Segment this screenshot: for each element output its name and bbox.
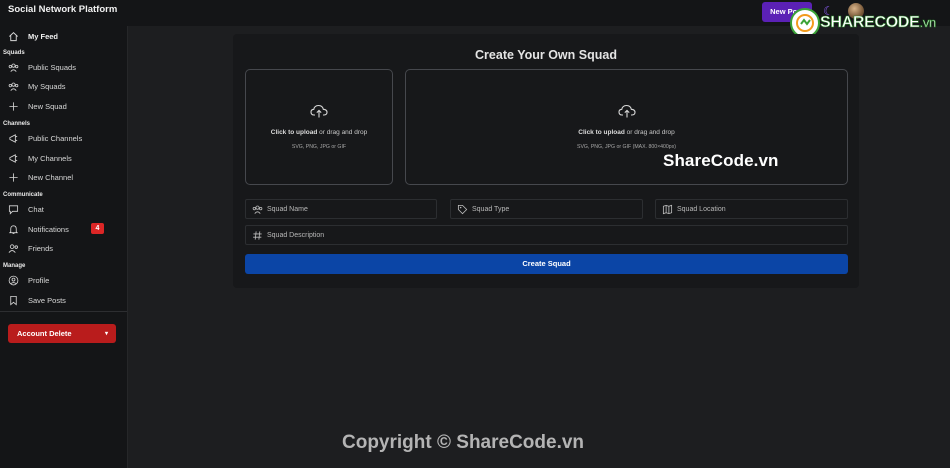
logo-main-text: SHARECODE [820, 14, 920, 32]
squad-description-input[interactable]: Squad Description [245, 225, 848, 245]
sidebar-item-my-channels[interactable]: My Channels [8, 150, 72, 166]
sidebar-item-label: Public Squads [28, 62, 76, 72]
sidebar-divider [0, 311, 127, 312]
sidebar-item-my-feed[interactable]: My Feed [8, 28, 58, 44]
sidebar-item-label: My Squads [28, 81, 66, 91]
create-squad-button[interactable]: Create Squad [245, 254, 848, 274]
squad-type-input[interactable]: Squad Type [450, 199, 643, 219]
bookmark-icon [10, 295, 17, 306]
chevron-down-icon: ▾ [104, 331, 108, 337]
dropzone-hint: SVG, PNG, JPG or GIF [291, 144, 347, 150]
sharecode-logo-text: SHARECODE.vn [820, 14, 937, 32]
sidebar-item-label: Chat [28, 204, 44, 214]
chat-icon [8, 204, 19, 215]
home-icon [9, 31, 18, 41]
dropzone-hint: SVG, PNG, JPG or GIF (MAX. 800×400px) [576, 144, 677, 150]
squad-location-input[interactable]: Squad Location [655, 199, 848, 219]
sidebar-item-label: New Squad [28, 101, 67, 111]
watermark-center: ShareCode.vn [663, 151, 779, 170]
copyright-watermark: Copyright © ShareCode.vn [342, 432, 585, 453]
section-title-channels: Channels [3, 121, 31, 127]
account-delete-button[interactable]: Account Delete ▾ [8, 324, 116, 343]
bell-icon [8, 224, 19, 234]
sidebar-item-friends[interactable]: Friends [8, 240, 53, 256]
section-title-communicate: Communicate [3, 192, 43, 198]
click-to-upload-text: Click to upload [578, 129, 625, 136]
section-title-manage: Manage [3, 263, 26, 269]
sidebar-item-label: New Channel [28, 172, 74, 182]
user-circle-icon [8, 275, 19, 285]
sidebar-item-public-channels[interactable]: Public Channels [8, 130, 82, 146]
drag-drop-text: or drag and drop [624, 129, 675, 136]
plus-icon [9, 101, 18, 111]
speakerphone-icon [9, 133, 18, 143]
app-title: Social Network Platform [8, 4, 118, 15]
plus-icon [9, 172, 18, 182]
logo-suffix-text: .vn [919, 15, 936, 31]
cover-image-dropzone[interactable]: Click to upload or drag and drop SVG, PN… [245, 69, 393, 185]
section-title-squads: Squads [3, 50, 25, 56]
cloud-upload-icon [617, 104, 636, 118]
banner-image-dropzone[interactable]: Click to upload or drag and drop SVG, PN… [405, 69, 848, 185]
click-to-upload-text: Click to upload [270, 129, 318, 136]
notifications-count-badge: 4 [91, 223, 104, 234]
cloud-upload-icon [310, 104, 328, 118]
sidebar-item-label: Save Posts [28, 295, 66, 305]
sidebar-item-label: Friends [28, 243, 54, 253]
dropzone-instruction: Click to upload or drag and drop [246, 129, 392, 136]
friends-icon [8, 243, 18, 253]
squad-description-placeholder: Squad Description [267, 231, 325, 239]
squad-name-input[interactable]: Squad Name [245, 199, 437, 219]
squad-location-placeholder: Squad Location [677, 205, 726, 213]
sidebar-item-label: My Channels [28, 153, 72, 163]
users-group-icon [8, 82, 19, 91]
sidebar-item-notifications[interactable]: Notifications [8, 221, 69, 237]
hashtag-icon [253, 230, 262, 240]
sidebar-item-chat[interactable]: Chat [8, 201, 44, 217]
tag-icon [457, 204, 468, 214]
sidebar-item-save-posts[interactable]: Save Posts [8, 292, 66, 308]
squad-type-placeholder: Squad Type [472, 205, 510, 213]
page-title: Create Your Own Squad [475, 48, 617, 62]
drag-drop-text: or drag and drop [317, 129, 368, 136]
users-group-icon [252, 205, 263, 214]
sidebar-item-label: My Feed [28, 31, 59, 41]
sidebar-item-public-squads[interactable]: Public Squads [8, 59, 76, 75]
dropzone-instruction: Click to upload or drag and drop [406, 129, 847, 136]
account-delete-label: Account Delete [17, 329, 72, 338]
sidebar-item-new-channel[interactable]: New Channel [8, 169, 73, 185]
sidebar-item-my-squads[interactable]: My Squads [8, 78, 66, 94]
sidebar-item-profile[interactable]: Profile [8, 272, 49, 288]
sidebar-item-label: Profile [28, 275, 50, 285]
sidebar: My Feed Squads Public Squads My Squads N… [0, 26, 128, 468]
map-icon [662, 204, 673, 214]
sidebar-item-new-squad[interactable]: New Squad [8, 98, 67, 114]
speakerphone-icon [9, 153, 18, 163]
users-group-icon [8, 63, 19, 72]
squad-name-placeholder: Squad Name [267, 205, 308, 213]
sidebar-item-label: Public Channels [28, 133, 83, 143]
sidebar-item-label: Notifications [28, 224, 69, 234]
